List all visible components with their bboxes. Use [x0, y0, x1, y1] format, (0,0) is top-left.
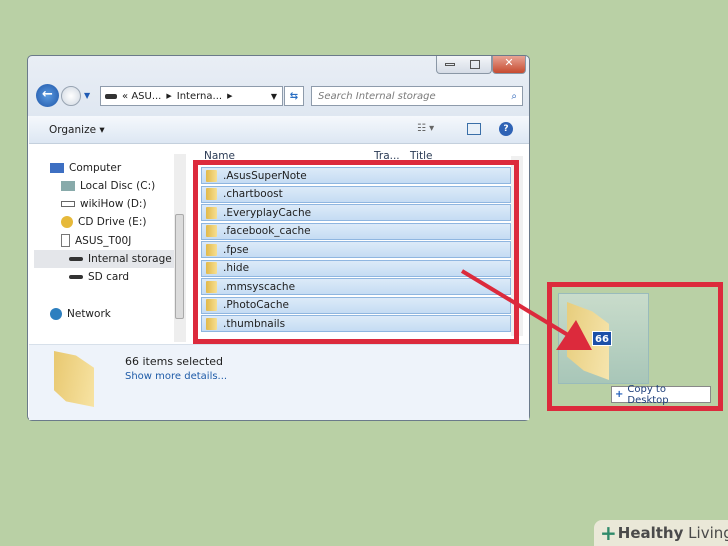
arrow-line: [460, 269, 570, 337]
watermark: + Healthy Living: [594, 520, 728, 546]
plus-logo-icon: +: [600, 521, 617, 545]
arrow-head: [556, 320, 592, 350]
arrow-graphic: [460, 269, 592, 350]
